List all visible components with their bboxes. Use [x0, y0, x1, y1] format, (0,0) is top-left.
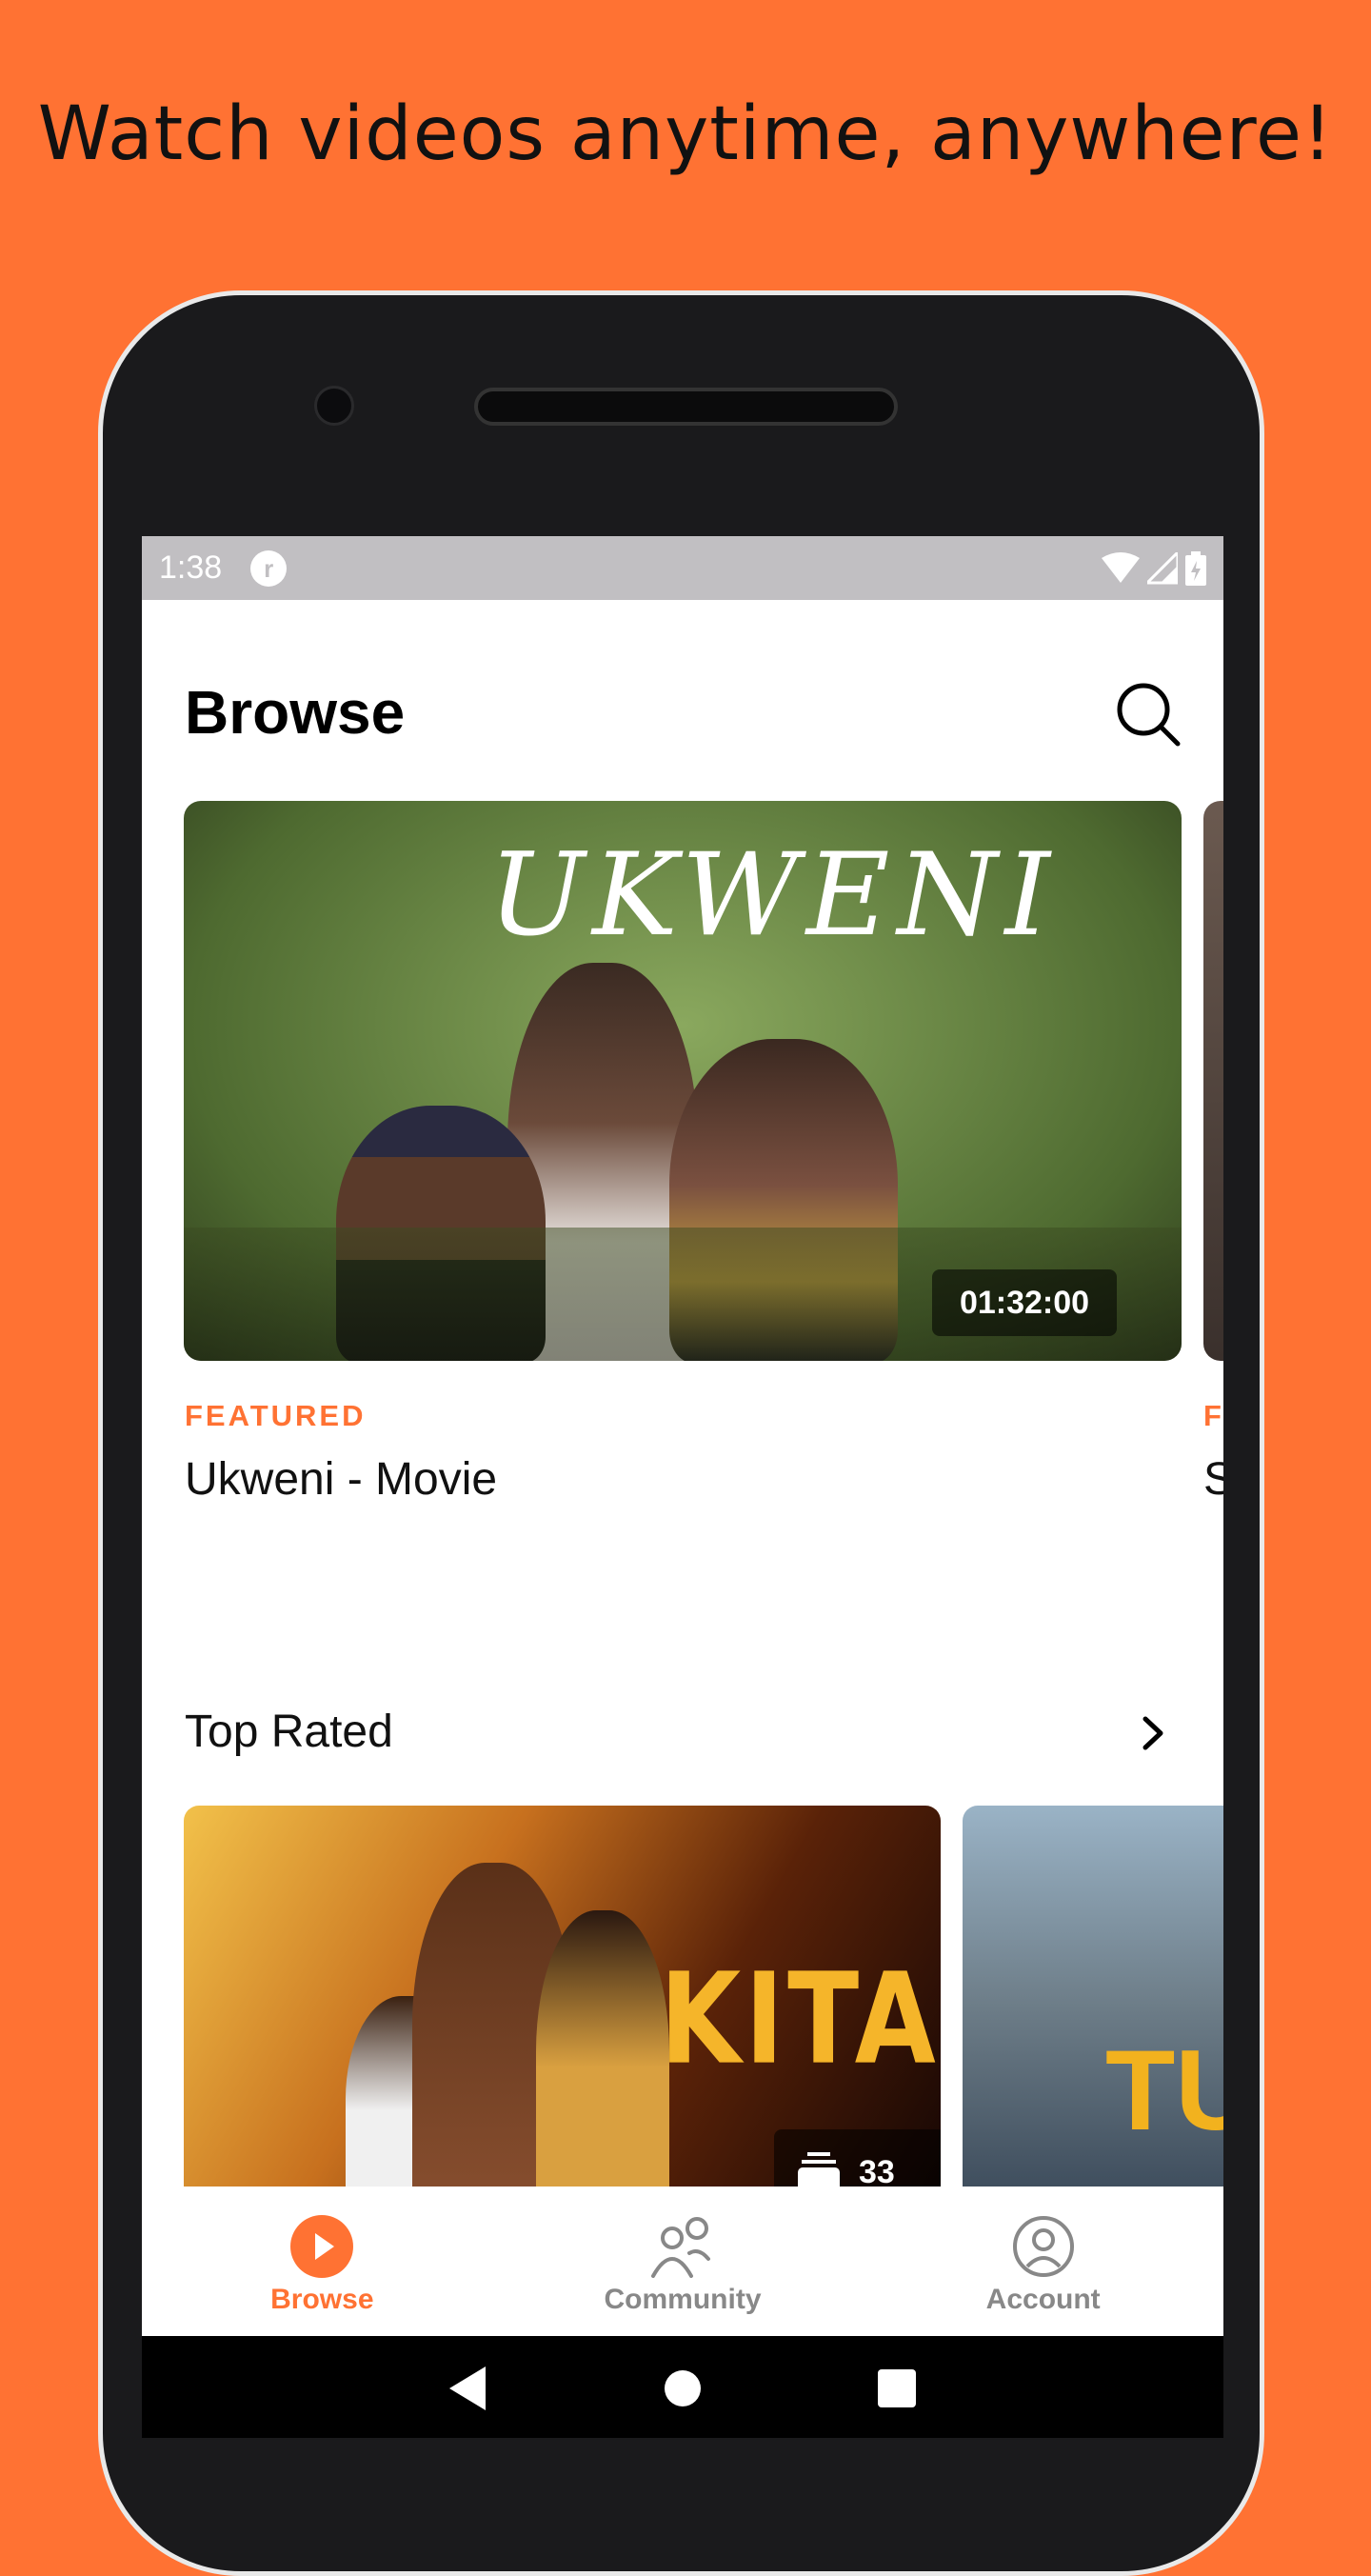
signal-icon — [1147, 551, 1178, 584]
speaker — [474, 388, 898, 426]
play-circle-icon — [290, 2215, 354, 2278]
notification-icon: r — [250, 549, 288, 587]
wifi-icon — [1102, 551, 1140, 583]
search-icon[interactable] — [1115, 681, 1182, 748]
nav-label: Community — [604, 2284, 762, 2315]
home-icon[interactable] — [664, 2369, 702, 2407]
featured-label-next: F — [1203, 1399, 1222, 1432]
recents-icon[interactable] — [878, 2369, 917, 2407]
system-nav-bar — [142, 2336, 1223, 2438]
poster-title: KITASA — [660, 1946, 941, 2092]
poster-title: UKWENI — [488, 829, 1058, 962]
top-rated-card[interactable]: TU — [963, 1806, 1223, 2206]
app-screen: 1:38 r Browse UKWENI 01:32:00 FEATURED U… — [142, 536, 1223, 2438]
status-bar: 1:38 r — [142, 536, 1223, 600]
nav-account[interactable]: Account — [863, 2187, 1223, 2336]
featured-card-next[interactable] — [1203, 801, 1223, 1361]
camera — [314, 386, 354, 426]
people-icon — [651, 2217, 710, 2278]
promo-headline: Watch videos anytime, anywhere! — [37, 91, 1334, 177]
bottom-nav: Browse Community Account — [142, 2187, 1223, 2336]
chevron-right-icon[interactable] — [1134, 1709, 1172, 1757]
nav-label: Browse — [270, 2284, 374, 2315]
battery-charging-icon — [1185, 550, 1206, 586]
poster-title: TU — [1105, 2027, 1223, 2154]
page-title: Browse — [185, 678, 406, 747]
nav-community[interactable]: Community — [503, 2187, 864, 2336]
top-rated-card[interactable]: KITASA 33 — [184, 1806, 941, 2206]
user-circle-icon — [1012, 2216, 1074, 2277]
poster-figure — [536, 1910, 669, 2206]
nav-label: Account — [985, 2284, 1101, 2315]
featured-card[interactable]: UKWENI 01:32:00 — [184, 801, 1182, 1361]
episodes-count: 33 — [859, 2153, 895, 2190]
back-icon[interactable] — [448, 2366, 487, 2410]
featured-title[interactable]: Ukweni - Movie — [185, 1453, 497, 1506]
nav-browse[interactable]: Browse — [142, 2187, 503, 2336]
status-time: 1:38 — [159, 549, 223, 586]
section-title-top-rated: Top Rated — [185, 1707, 393, 1757]
featured-label: FEATURED — [185, 1399, 367, 1432]
featured-title-next[interactable]: S — [1203, 1453, 1223, 1506]
duration-badge: 01:32:00 — [932, 1269, 1117, 1336]
